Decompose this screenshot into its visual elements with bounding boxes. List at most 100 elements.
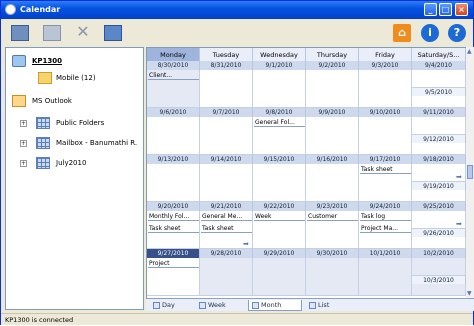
date-label[interactable]: 9/27/2010 — [147, 249, 200, 258]
date-label[interactable]: 9/22/2010 — [253, 202, 306, 211]
date-label[interactable]: 9/24/2010 — [359, 202, 412, 211]
delete-icon[interactable]: ✕ — [74, 24, 92, 41]
date-label[interactable]: 10/3/2010 — [412, 275, 466, 284]
day-header: Monday — [147, 48, 200, 62]
tab-month[interactable]: Month — [248, 300, 302, 311]
event-item[interactable]: Monthly Fol... — [148, 212, 199, 221]
event-item[interactable]: Task sheet — [148, 224, 199, 233]
day-cell[interactable] — [200, 70, 253, 108]
event-item[interactable]: General Me... — [201, 212, 252, 221]
day-cell[interactable] — [147, 164, 200, 202]
date-label[interactable]: 9/14/2010 — [200, 155, 253, 164]
expand-icon[interactable]: + — [20, 140, 27, 147]
date-label[interactable]: 9/2/2010 — [306, 61, 359, 70]
event-item[interactable]: Task sheet — [201, 224, 252, 233]
tab-list[interactable]: List — [306, 300, 346, 311]
date-label[interactable]: 9/29/2010 — [253, 249, 306, 258]
date-label[interactable]: 9/20/2010 — [147, 202, 200, 211]
date-label[interactable]: 9/11/2010 — [412, 108, 466, 117]
day-icon — [153, 302, 160, 309]
date-label[interactable]: 9/28/2010 — [200, 249, 253, 258]
day-header: Thursday — [306, 48, 359, 62]
tab-week[interactable]: Week — [196, 300, 246, 311]
day-cell[interactable] — [359, 258, 412, 296]
day-cell[interactable] — [306, 164, 359, 202]
month-icon — [252, 302, 259, 309]
month-view: Monday Tuesday Wednesday Thursday Friday Satu… — [146, 47, 474, 310]
date-label[interactable]: 9/12/2010 — [412, 134, 466, 143]
day-cell[interactable] — [253, 70, 306, 108]
home-icon[interactable]: ⌂ — [393, 24, 411, 42]
event-item[interactable]: Client... — [148, 71, 199, 80]
date-label[interactable]: 9/26/2010 — [412, 228, 466, 237]
more-arrow-icon[interactable]: ➡ — [456, 221, 464, 228]
event-item[interactable]: Task sheet — [360, 165, 411, 174]
date-label[interactable]: 8/31/2010 — [200, 61, 253, 70]
day-cell[interactable] — [147, 117, 200, 155]
date-label[interactable]: 9/7/2010 — [200, 108, 253, 117]
more-arrow-icon[interactable]: ➡ — [243, 241, 251, 248]
date-label[interactable]: 9/25/2010 — [412, 202, 466, 211]
day-cell[interactable] — [306, 258, 359, 296]
day-cell[interactable] — [200, 117, 253, 155]
date-label[interactable]: 9/6/2010 — [147, 108, 200, 117]
event-item[interactable]: Task log — [360, 212, 411, 221]
date-label[interactable]: 10/1/2010 — [359, 249, 412, 258]
tree-device[interactable]: KP1300 — [32, 54, 62, 68]
edit-icon[interactable] — [43, 25, 61, 41]
day-cell[interactable] — [359, 117, 412, 155]
scroll-thumb[interactable] — [467, 165, 473, 179]
date-label[interactable]: 9/8/2010 — [253, 108, 306, 117]
day-cell[interactable] — [359, 70, 412, 108]
date-label[interactable]: 9/15/2010 — [253, 155, 306, 164]
date-label[interactable]: 9/18/2010 — [412, 155, 466, 164]
calendar-icon[interactable] — [11, 25, 29, 41]
day-cell[interactable] — [200, 164, 253, 202]
date-label[interactable]: 9/5/2010 — [412, 87, 466, 96]
date-label[interactable]: 9/10/2010 — [359, 108, 412, 117]
expand-icon[interactable]: + — [20, 120, 27, 127]
tree-outlook[interactable]: MS Outlook — [32, 94, 72, 108]
date-label[interactable]: 9/13/2010 — [147, 155, 200, 164]
info-icon[interactable]: i — [421, 24, 439, 42]
date-label[interactable]: 9/1/2010 — [253, 61, 306, 70]
scroll-down-icon[interactable]: ▼ — [467, 290, 472, 297]
vertical-scrollbar[interactable]: ▲ ▼ — [466, 47, 474, 298]
day-cell[interactable] — [200, 258, 253, 296]
day-cell[interactable] — [253, 258, 306, 296]
event-item[interactable]: Project — [148, 259, 199, 268]
tab-day[interactable]: Day — [150, 300, 194, 311]
tree-mobile[interactable]: Mobile (12) — [56, 71, 96, 85]
more-arrow-icon[interactable]: ➡ — [456, 174, 464, 181]
day-cell[interactable] — [306, 117, 359, 155]
day-cell[interactable] — [253, 164, 306, 202]
help-icon[interactable]: ? — [448, 24, 466, 42]
sync-icon[interactable] — [104, 25, 122, 41]
tree-july2010[interactable]: July2010 — [56, 156, 86, 170]
date-label[interactable]: 9/19/2010 — [412, 181, 466, 190]
day-header: Wednesday — [253, 48, 306, 62]
date-label[interactable]: 9/21/2010 — [200, 202, 253, 211]
date-label[interactable]: 9/16/2010 — [306, 155, 359, 164]
calendar-window: Calendar _ □ × ✕ ⌂ i ? KP1300 Mobile (12… — [0, 0, 474, 325]
day-cell[interactable] — [306, 70, 359, 108]
date-label[interactable]: 10/2/2010 — [412, 249, 466, 258]
scroll-up-icon[interactable]: ▲ — [467, 48, 472, 55]
date-label[interactable]: 9/23/2010 — [306, 202, 359, 211]
date-label[interactable]: 9/4/2010 — [412, 61, 466, 70]
event-item[interactable]: General Fol... — [254, 118, 305, 127]
date-label[interactable]: 9/9/2010 — [306, 108, 359, 117]
date-label[interactable]: 9/17/2010 — [359, 155, 412, 164]
event-item[interactable]: Week — [254, 212, 305, 221]
close-button[interactable]: × — [455, 3, 468, 16]
date-label[interactable]: 9/30/2010 — [306, 249, 359, 258]
maximize-button[interactable]: □ — [439, 3, 452, 16]
tree-mailbox[interactable]: Mailbox - Banumathi R. — [56, 136, 137, 150]
event-item[interactable]: Customer — [307, 212, 358, 221]
minimize-button[interactable]: _ — [424, 3, 437, 16]
date-label[interactable]: 9/3/2010 — [359, 61, 412, 70]
date-label[interactable]: 8/30/2010 — [147, 61, 200, 70]
expand-icon[interactable]: + — [20, 160, 27, 167]
tree-public-folders[interactable]: Public Folders — [56, 116, 104, 130]
event-item[interactable]: Project Ma... — [360, 224, 411, 233]
